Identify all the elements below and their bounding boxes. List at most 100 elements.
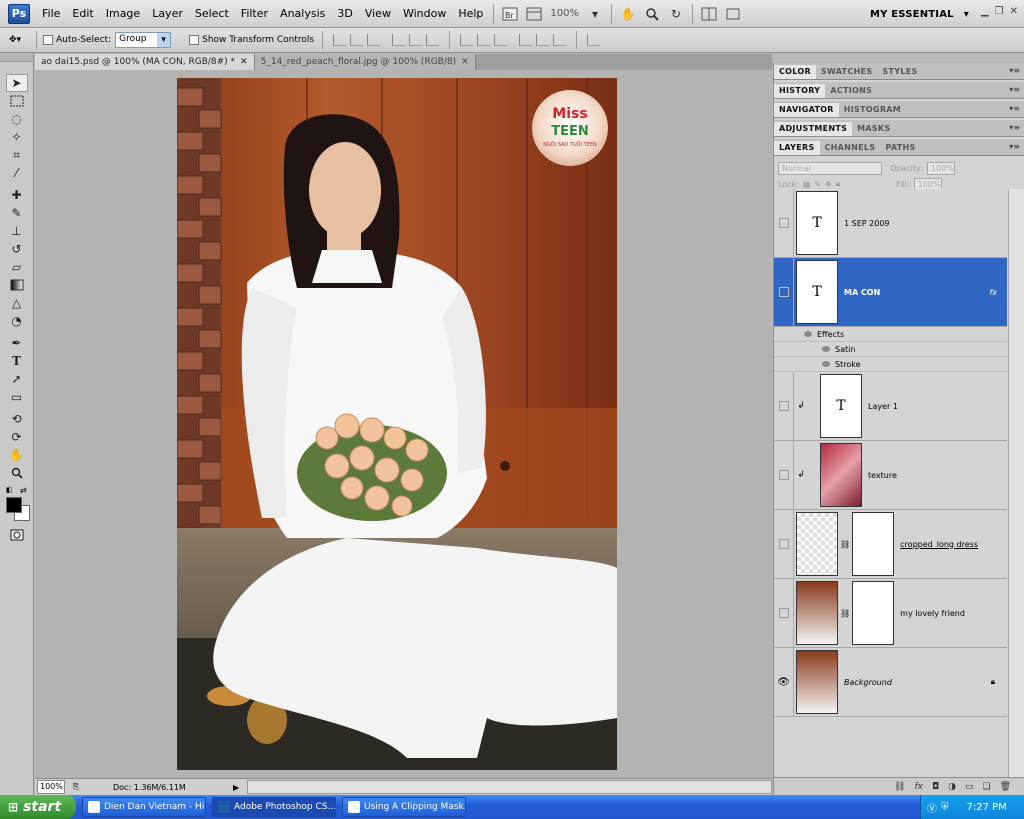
visibility-toggle[interactable] (774, 372, 794, 440)
history-brush-icon[interactable]: ↺ (6, 240, 28, 258)
new-layer-icon[interactable]: ❏ (982, 782, 990, 792)
auto-select-checkbox[interactable] (43, 35, 53, 45)
panel-tab-actions[interactable]: ACTIONS (825, 84, 877, 98)
menu-image[interactable]: Image (100, 0, 146, 28)
quick-mask-icon[interactable] (6, 526, 28, 544)
toolbox-grip[interactable] (0, 54, 33, 62)
play-icon[interactable]: ▶ (233, 783, 243, 792)
menu-window[interactable]: Window (397, 0, 452, 28)
delete-layer-icon[interactable]: 🗑︎ (1000, 782, 1011, 792)
effect-satin[interactable]: Satin (774, 342, 1007, 357)
adjustment-layer-icon[interactable]: ◑ (948, 782, 956, 792)
effect-stroke[interactable]: Stroke (774, 357, 1007, 372)
visibility-toggle[interactable] (774, 579, 794, 647)
distribute-right-icon[interactable] (553, 34, 567, 46)
taskbar-item[interactable]: Dien Dan Vietnam - Hi... (82, 797, 206, 817)
panel-tab-paths[interactable]: PATHS (880, 141, 920, 155)
default-colors-icon[interactable]: ◧ (6, 486, 13, 494)
panel-tab-color[interactable]: COLOR (774, 65, 816, 79)
layer-row-background[interactable]: 👁︎ Background 🔒︎ (774, 648, 1007, 717)
type-tool-icon[interactable]: T (6, 352, 28, 370)
zoom-level[interactable]: 100% (546, 8, 583, 19)
panel-menu-icon[interactable]: ▾≡ (1009, 142, 1020, 151)
panel-menu-icon[interactable]: ▾≡ (1009, 104, 1020, 113)
effect-visibility-icon[interactable] (822, 361, 830, 367)
zoom-icon[interactable] (641, 4, 663, 24)
new-group-icon[interactable]: ▭ (965, 782, 974, 792)
panel-menu-icon[interactable]: ▾≡ (1009, 85, 1020, 94)
align-vcenter-icon[interactable] (350, 34, 364, 46)
gradient-tool-icon[interactable] (6, 276, 28, 294)
hand-tool-icon[interactable]: ✋ (6, 446, 28, 464)
layer-row[interactable]: ⛓ cropped_long dress (774, 510, 1007, 579)
menu-help[interactable]: Help (452, 0, 489, 28)
layers-scrollbar[interactable] (1008, 189, 1024, 777)
fx-icon[interactable]: fx (989, 288, 997, 297)
distribute-vcenter-icon[interactable] (477, 34, 491, 46)
menu-file[interactable]: File (36, 0, 66, 28)
panel-tab-channels[interactable]: CHANNELS (820, 141, 881, 155)
bridge-icon[interactable]: Br (499, 4, 521, 24)
auto-align-icon[interactable] (587, 34, 601, 46)
move-tool-icon[interactable]: ➤ (5, 74, 28, 92)
distribute-hcenter-icon[interactable] (536, 34, 550, 46)
dodge-tool-icon[interactable]: ◔ (6, 312, 28, 330)
foreground-color-swatch[interactable] (6, 497, 22, 513)
panel-tab-masks[interactable]: MASKS (852, 122, 895, 136)
swap-colors-icon[interactable]: ⇄ (20, 486, 27, 495)
link-icon[interactable]: ⛓ (840, 609, 850, 618)
zoom-tool-icon[interactable] (6, 464, 28, 482)
panel-tab-swatches[interactable]: SWATCHES (816, 65, 877, 79)
mask-thumbnail[interactable] (852, 512, 895, 576)
zoom-field[interactable]: 100% (37, 780, 65, 794)
shape-tool-icon[interactable]: ▭ (6, 388, 28, 406)
opacity-field[interactable]: 100% (926, 161, 955, 175)
move-tool-preset-icon[interactable]: ✥▾ (0, 35, 30, 45)
hand-icon[interactable]: ✋ (617, 4, 639, 24)
menu-select[interactable]: Select (189, 0, 235, 28)
layer-row[interactable]: ↲ texture (774, 441, 1007, 510)
close-icon[interactable]: ✕ (240, 57, 248, 67)
close-icon[interactable]: ✕ (1010, 6, 1018, 17)
link-layers-icon[interactable]: ⛓ (894, 782, 905, 792)
align-hcenter-icon[interactable] (409, 34, 423, 46)
clone-stamp-icon[interactable]: ⊥ (6, 222, 28, 240)
panel-menu-icon[interactable]: ▾≡ (1009, 66, 1020, 75)
view-extras-icon[interactable] (523, 4, 545, 24)
align-left-icon[interactable] (392, 34, 406, 46)
blur-tool-icon[interactable]: △ (6, 294, 28, 312)
menu-analysis[interactable]: Analysis (274, 0, 331, 28)
tab-ao-dai15[interactable]: ao dai15.psd @ 100% (MA CON, RGB/8#) * ✕ (35, 54, 255, 70)
crop-tool-icon[interactable]: ⌗ (6, 146, 28, 164)
blend-mode-select[interactable]: Normal (778, 161, 882, 175)
show-transform-checkbox[interactable] (189, 35, 200, 45)
distribute-bottom-icon[interactable] (494, 34, 508, 46)
lasso-tool-icon[interactable]: ◌ (6, 110, 28, 128)
effects-header[interactable]: Effects (774, 327, 1007, 342)
eyedropper-icon[interactable]: ⁄ (6, 164, 28, 182)
add-style-icon[interactable]: fx (914, 782, 923, 792)
menu-3d[interactable]: 3D (331, 0, 358, 28)
brush-tool-icon[interactable]: ✎ (6, 204, 28, 222)
lock-transparency-icon[interactable]: ▦ (803, 180, 811, 189)
pen-tool-icon[interactable]: ✒ (6, 334, 28, 352)
healing-brush-icon[interactable]: ✚ (6, 186, 28, 204)
add-mask-icon[interactable]: ◘ (932, 782, 939, 792)
distribute-left-icon[interactable] (519, 34, 533, 46)
visibility-toggle[interactable] (774, 510, 794, 578)
clock[interactable]: 7:27 PM (967, 802, 1007, 813)
rotate-view-icon[interactable]: ↻ (665, 4, 687, 24)
menu-edit[interactable]: Edit (66, 0, 99, 28)
menu-view[interactable]: View (359, 0, 397, 28)
panel-tab-layers[interactable]: LAYERS (774, 141, 820, 155)
magic-wand-icon[interactable]: ✧ (6, 128, 28, 146)
visibility-toggle[interactable] (774, 189, 794, 257)
visibility-toggle[interactable]: 👁︎ (774, 648, 794, 716)
link-icon[interactable]: ⛓ (840, 540, 850, 549)
taskbar-item-active[interactable]: Adobe Photoshop CS... (212, 797, 336, 817)
align-bottom-icon[interactable] (367, 34, 381, 46)
panel-tab-navigator[interactable]: NAVIGATOR (774, 103, 839, 117)
antivirus-icon[interactable]: Ⓥ (927, 800, 937, 815)
security-icon[interactable]: ⛨ (941, 802, 949, 813)
panel-tab-history[interactable]: HISTORY (774, 84, 826, 98)
